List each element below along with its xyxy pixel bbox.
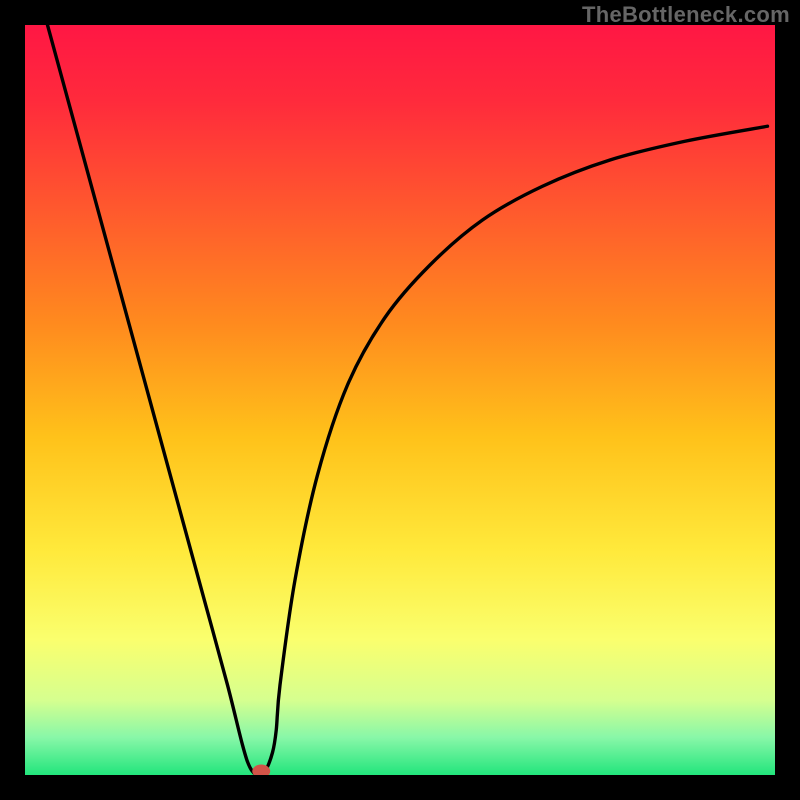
plot-area bbox=[25, 25, 775, 775]
gradient-rect bbox=[25, 25, 775, 775]
chart-svg bbox=[25, 25, 775, 775]
chart-frame: TheBottleneck.com bbox=[0, 0, 800, 800]
watermark-text: TheBottleneck.com bbox=[582, 2, 790, 28]
